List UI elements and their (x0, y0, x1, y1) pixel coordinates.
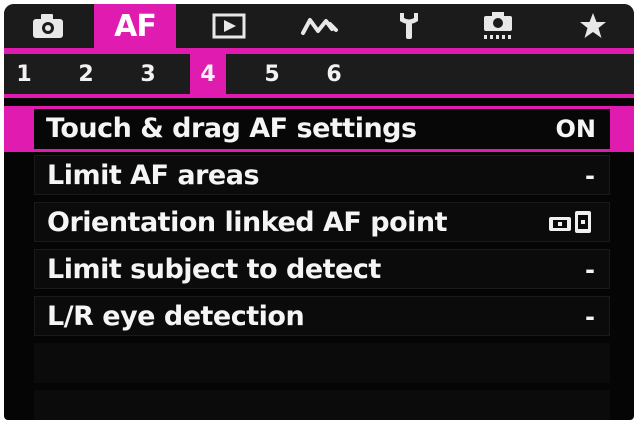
menu-item-label: Limit subject to detect (47, 254, 381, 285)
menu-item-label: L/R eye detection (47, 301, 305, 332)
menu-item-orientation-linked-af[interactable]: Orientation linked AF point (4, 199, 634, 245)
menu-item-label: Limit AF areas (47, 160, 260, 191)
camera-icon (33, 14, 63, 38)
tab-shooting[interactable] (22, 4, 74, 48)
menu-item-label: Orientation linked AF point (47, 207, 448, 238)
custom-camera-icon (484, 12, 512, 39)
camera-menu-screen: AF 1 2 3 4 5 6 Touch & drag AF settings … (4, 4, 634, 420)
menu-item-label: Touch & drag AF settings (46, 113, 417, 144)
tab-setup[interactable] (386, 4, 432, 48)
menu-item-value: ON (555, 115, 597, 143)
page-selector: 1 2 3 4 5 6 (4, 54, 634, 94)
menu-item-value: - (585, 303, 595, 331)
menu-item-lr-eye-detection[interactable]: L/R eye detection - (4, 293, 634, 339)
page-1[interactable]: 1 (6, 54, 42, 94)
tab-playback[interactable] (204, 4, 254, 48)
menu-item-limit-subject[interactable]: Limit subject to detect - (4, 246, 634, 292)
tab-wireless[interactable] (294, 4, 346, 48)
wireless-icon (301, 18, 338, 35)
tab-my-menu[interactable] (570, 4, 616, 48)
page-2[interactable]: 2 (68, 54, 104, 94)
empty-menu-slot (34, 343, 610, 383)
menu-tab-bar: AF (4, 4, 634, 48)
page-underline (4, 94, 634, 98)
tab-custom-functions[interactable] (472, 4, 524, 48)
menu-item-value: - (585, 162, 595, 190)
page-3[interactable]: 3 (130, 54, 166, 94)
menu-item-touch-drag-af[interactable]: Touch & drag AF settings ON (4, 106, 634, 152)
wrench-icon (400, 13, 418, 39)
page-6[interactable]: 6 (316, 54, 352, 94)
empty-menu-slot (34, 390, 610, 420)
play-icon (212, 13, 246, 39)
tab-af-label: AF (114, 8, 157, 44)
menu-item-limit-af-areas[interactable]: Limit AF areas - (4, 152, 634, 198)
star-icon (580, 13, 606, 38)
page-4[interactable]: 4 (190, 54, 226, 94)
page-5[interactable]: 5 (254, 54, 290, 94)
menu-item-value: - (585, 256, 595, 284)
orientation-icon (547, 209, 595, 237)
tab-af[interactable]: AF (94, 4, 176, 48)
